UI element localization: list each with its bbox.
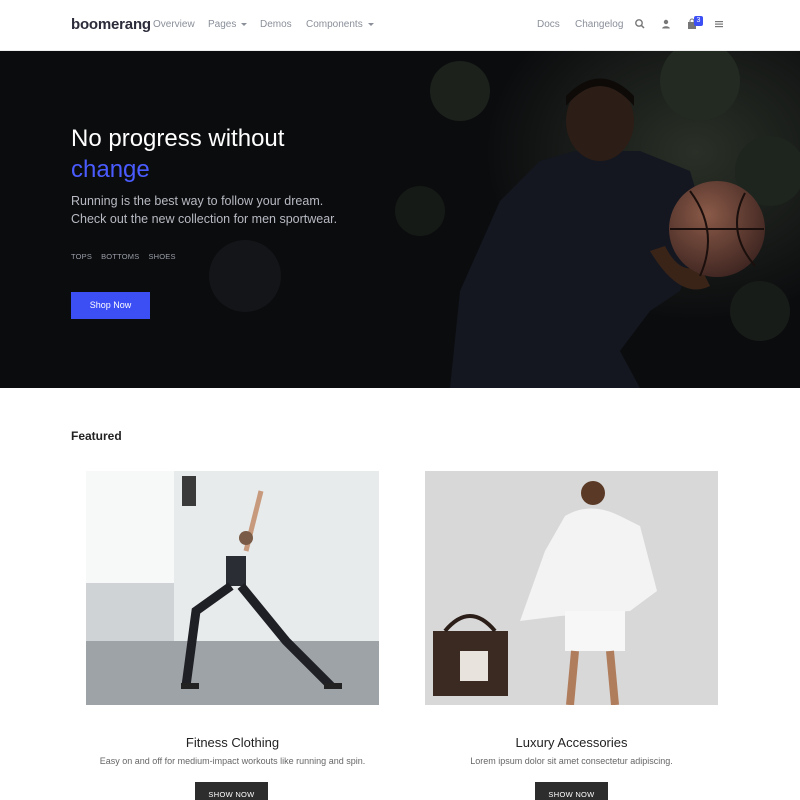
nav-changelog[interactable]: Changelog [575,19,623,30]
brand-logo[interactable]: boomerang [71,16,151,33]
shop-now-button[interactable]: Shop Now [71,292,150,319]
card-description: Easy on and off for medium-impact workou… [99,756,366,766]
show-now-button[interactable]: SHOW NOW [535,782,608,800]
tag-shoes[interactable]: SHOES [148,252,175,261]
card-title: Luxury Accessories [515,735,628,750]
nav-overview[interactable]: Overview [153,19,195,30]
luxury-accessories-image[interactable] [425,471,718,705]
hero-subtitle-line2: Check out the new collection for men spo… [71,212,338,226]
menu-icon[interactable] [713,18,725,30]
search-icon[interactable] [634,18,646,30]
nav-components-dropdown[interactable]: Components [306,19,374,30]
hero-subtitle-line1: Running is the best way to follow your d… [71,194,324,208]
show-now-button[interactable]: SHOW NOW [195,782,268,800]
tag-tops[interactable]: TOPS [71,252,92,261]
nav-docs[interactable]: Docs [537,19,560,30]
card-description: Lorem ipsum dolor sit amet consectetur a… [470,756,673,766]
nav-pages-dropdown[interactable]: Pages [208,19,248,30]
cart-count-badge: 3 [694,16,703,26]
fitness-clothing-image[interactable] [86,471,379,705]
hero-tags: TOPS BOTTOMS SHOES [71,252,185,261]
card-title: Fitness Clothing [185,735,280,750]
nav-demos[interactable]: Demos [260,19,292,30]
hero-banner: No progress without change Running is th… [0,51,800,388]
tag-bottoms[interactable]: BOTTOMS [101,252,139,261]
chevron-down-icon [241,23,248,26]
chevron-down-icon [367,23,374,26]
user-icon[interactable] [660,18,672,30]
hero-title: No progress without [71,125,285,152]
featured-heading: Featured [71,429,122,443]
hero-title-accent: change [71,156,150,183]
navbar: boomerang Overview Pages Demos Component… [0,0,800,51]
